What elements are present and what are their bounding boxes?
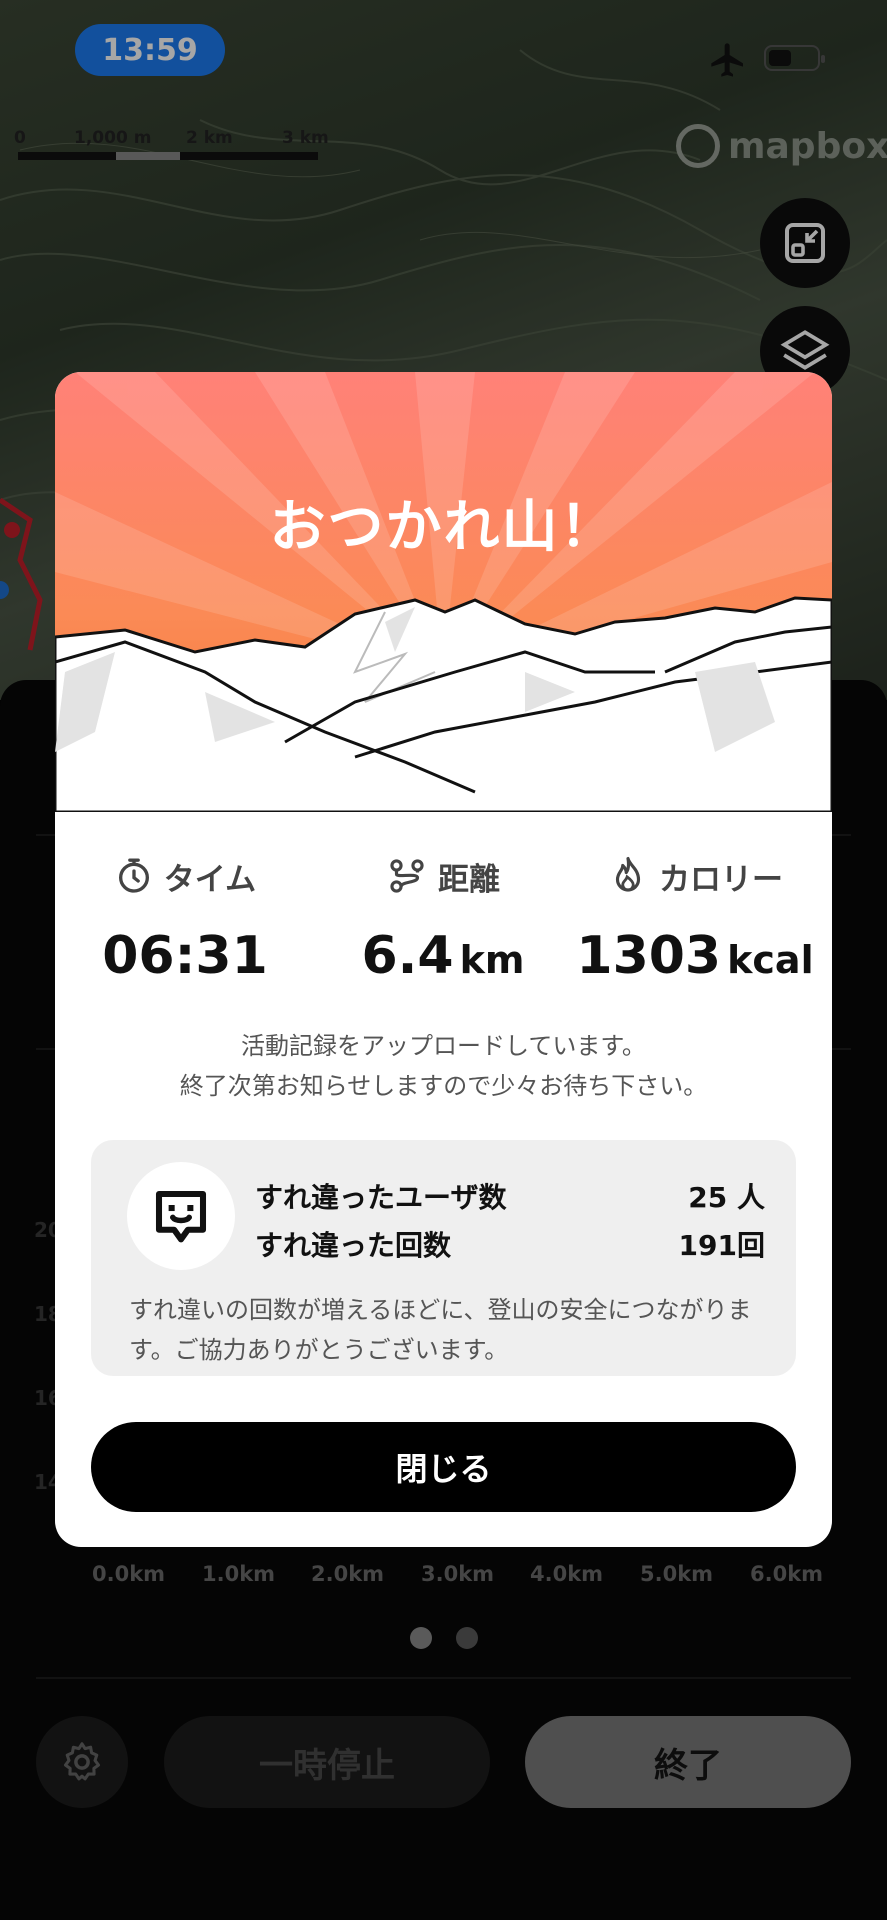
congrats-title: おつかれ山！ — [269, 495, 618, 560]
stopwatch-icon — [118, 858, 149, 893]
encounter-note: すれ違いの回数が増えるほどに、登山の安全につながります。ご協力ありがとうございま… — [129, 1296, 752, 1364]
summit-summary-dialog: おつかれ山！ タイム 06:31 距離 6.4 km カロリー 1303 kca… — [55, 372, 832, 1547]
encounter-icon-badge — [127, 1162, 235, 1270]
stat-distance-unit: km — [459, 938, 525, 982]
stat-calories-unit: kcal — [727, 938, 814, 982]
encounter-card: すれ違ったユーザ数 25 人 すれ違った回数 191回 すれ違いの回数が増えるほ… — [91, 1140, 796, 1376]
upload-status-line: 終了次第お知らせしますので少々お待ち下さい。 — [179, 1072, 708, 1100]
flame-icon — [615, 856, 641, 892]
stat-calories: カロリー 1303 kcal — [565, 852, 825, 986]
stat-distance: 距離 6.4 km — [313, 852, 573, 986]
encounter-users-label: すれ違ったユーザ数 — [255, 1181, 507, 1214]
encounter-count-value: 191回 — [678, 1229, 765, 1262]
stat-time-label: タイム — [163, 861, 257, 898]
stat-calories-value: 1303 — [576, 926, 722, 986]
stat-distance-value: 6.4 — [361, 926, 454, 986]
encounter-face-icon — [155, 1190, 207, 1243]
encounter-users-value: 25 人 — [688, 1181, 765, 1214]
upload-status-message: 活動記録をアップロードしています。 終了次第お知らせしますので少々お待ち下さい。 — [55, 1026, 832, 1106]
stat-time-value: 06:31 — [102, 926, 268, 986]
stat-time: タイム 06:31 — [55, 852, 315, 986]
upload-status-line: 活動記録をアップロードしています。 — [241, 1032, 646, 1060]
stat-calories-label: カロリー — [659, 861, 783, 898]
activity-stats: タイム 06:31 距離 6.4 km カロリー 1303 kcal — [55, 852, 832, 1002]
close-button[interactable]: 閉じる — [91, 1422, 796, 1512]
route-icon — [390, 859, 424, 893]
encounter-count-label: すれ違った回数 — [255, 1229, 452, 1262]
encounter-users-row: すれ違ったユーザ数 25 人 — [255, 1176, 765, 1216]
encounter-count-row: すれ違った回数 191回 — [255, 1224, 765, 1264]
stat-distance-label: 距離 — [438, 861, 500, 898]
mountain-header-illustration — [55, 372, 832, 812]
